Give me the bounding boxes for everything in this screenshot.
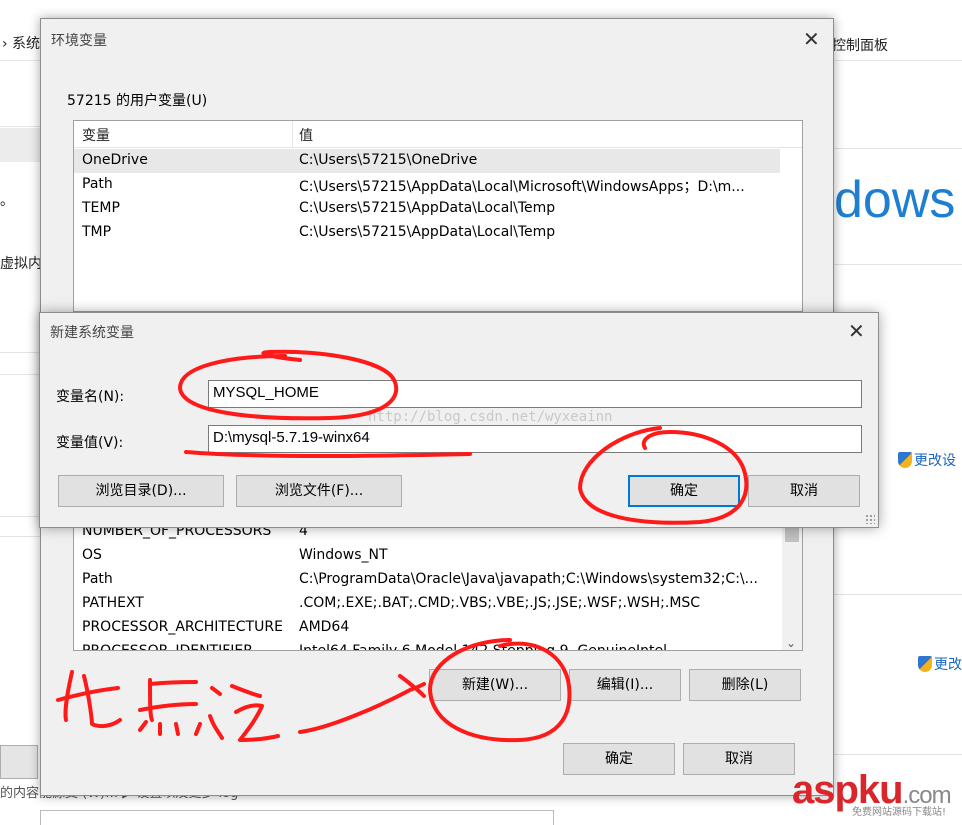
system-var-row[interactable]: OS Windows_NT	[74, 544, 802, 568]
close-icon[interactable]: ✕	[803, 29, 820, 49]
background-left-header	[0, 128, 40, 162]
cancel-button[interactable]: 取消	[683, 743, 795, 775]
column-separator[interactable]	[292, 121, 293, 147]
background-button[interactable]	[0, 745, 38, 779]
resize-grip-icon[interactable]	[865, 514, 875, 524]
dialog-ok-button[interactable]: 确定	[628, 475, 740, 507]
var-value: .COM;.EXE;.BAT;.CMD;.VBS;.VBE;.JS;.JSE;.…	[299, 595, 701, 611]
background-text-fragment: 虚拟内存	[0, 256, 40, 272]
divider	[0, 352, 40, 353]
scrollbar-thumb[interactable]	[785, 526, 799, 542]
scrollbar[interactable]: ⌄	[782, 520, 802, 650]
var-value: AMD64	[299, 619, 350, 635]
user-var-row[interactable]: TEMP C:\Users\57215\AppData\Local\Temp	[74, 197, 802, 221]
background-text-fragment: 。	[0, 193, 14, 209]
change-link[interactable]: 更改	[918, 654, 962, 674]
new-system-variable-dialog: 新建系统变量 ✕ 变量名(N): MYSQL_HOME 变量值(V): D:\m…	[39, 312, 879, 528]
ok-button[interactable]: 确定	[563, 743, 675, 775]
variable-name-label: 变量名(N):	[56, 389, 125, 405]
link-label: 更改	[934, 657, 962, 673]
watermark-text: http://blog.csdn.net/wyxeainn	[368, 409, 613, 425]
var-value: C:\Users\57215\AppData\Local\Microsoft\W…	[299, 179, 745, 195]
var-name: OS	[82, 547, 102, 563]
divider	[0, 536, 40, 537]
system-var-row[interactable]: PATHEXT .COM;.EXE;.BAT;.CMD;.VBS;.VBE;.J…	[74, 592, 802, 616]
system-variables-list[interactable]: NUMBER_OF_PROCESSORS 4 OS Windows_NT Pat…	[73, 519, 803, 651]
dialog-title: 新建系统变量	[50, 325, 134, 341]
var-name: PROCESSOR_IDENTIFIER	[82, 643, 253, 651]
var-name: Path	[82, 176, 113, 192]
uac-shield-icon	[918, 656, 932, 672]
var-value: C:\ProgramData\Oracle\Java\javapath;C:\W…	[299, 571, 758, 587]
divider	[833, 754, 962, 755]
var-name: PATHEXT	[82, 595, 144, 611]
background-breadcrumb-control-panel[interactable]: 控制面板	[832, 35, 888, 55]
column-header-name[interactable]: 变量	[82, 125, 110, 145]
uac-shield-icon	[898, 452, 912, 468]
var-value: C:\Users\57215\OneDrive	[299, 152, 478, 168]
user-var-row[interactable]: TMP C:\Users\57215\AppData\Local\Temp	[74, 221, 802, 245]
user-variables-list[interactable]: 变量 值 OneDrive C:\Users\57215\OneDrive Pa…	[73, 120, 803, 312]
var-value: Windows_NT	[299, 547, 388, 563]
var-value: C:\Users\57215\AppData\Local\Temp	[299, 224, 556, 240]
var-name: OneDrive	[82, 152, 148, 168]
divider	[0, 126, 40, 127]
user-variables-label: 57215 的用户变量(U)	[67, 93, 208, 109]
column-header-value[interactable]: 值	[299, 125, 313, 145]
system-var-row[interactable]: PROCESSOR_ARCHITECTURE AMD64	[74, 616, 802, 640]
browse-directory-button[interactable]: 浏览目录(D)...	[58, 475, 224, 507]
divider	[833, 148, 962, 149]
variable-value-label: 变量值(V):	[56, 435, 124, 451]
window-title: 环境变量	[51, 33, 107, 49]
var-name: Path	[82, 571, 113, 587]
var-name: TEMP	[82, 200, 120, 216]
change-settings-link[interactable]: 更改设	[898, 450, 956, 470]
site-logo-subtitle: 免费网站源码下载站!	[852, 807, 947, 818]
windows-brand-text: dows	[834, 171, 956, 229]
background-input[interactable]	[40, 810, 554, 825]
var-value: Intel64 Family 6 Model 142 Stepping 9, G…	[299, 643, 668, 651]
system-var-row[interactable]: Path C:\ProgramData\Oracle\Java\javapath…	[74, 568, 802, 592]
var-name: TMP	[82, 224, 112, 240]
delete-variable-button[interactable]: 删除(L)	[689, 669, 801, 701]
dialog-cancel-button[interactable]: 取消	[748, 475, 860, 507]
variable-value-input[interactable]: D:\mysql-5.7.19-winx64	[208, 425, 862, 453]
var-value: C:\Users\57215\AppData\Local\Temp	[299, 200, 556, 216]
divider	[833, 594, 962, 595]
edit-variable-button[interactable]: 编辑(I)...	[569, 669, 681, 701]
divider	[0, 516, 40, 517]
variable-name-input[interactable]: MYSQL_HOME	[208, 380, 862, 408]
var-name: PROCESSOR_ARCHITECTURE	[82, 619, 283, 635]
user-var-row[interactable]: OneDrive C:\Users\57215\OneDrive	[74, 149, 780, 173]
divider	[0, 374, 40, 375]
system-var-row[interactable]: PROCESSOR_IDENTIFIER Intel64 Family 6 Mo…	[74, 640, 802, 651]
new-variable-button[interactable]: 新建(W)...	[429, 669, 561, 701]
divider	[833, 264, 962, 265]
user-var-row[interactable]: Path C:\Users\57215\AppData\Local\Micros…	[74, 173, 802, 197]
link-label: 更改设	[914, 453, 956, 469]
chevron-down-icon[interactable]: ⌄	[786, 636, 796, 650]
browse-file-button[interactable]: 浏览文件(F)...	[236, 475, 402, 507]
list-header: 变量 值	[74, 121, 802, 148]
background-breadcrumb: › 系统	[2, 36, 41, 52]
close-icon[interactable]: ✕	[848, 321, 865, 341]
